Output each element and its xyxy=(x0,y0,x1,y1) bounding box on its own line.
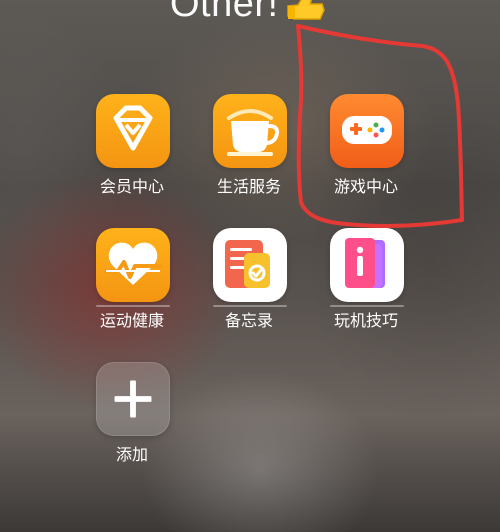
app-label: 添加 xyxy=(115,445,148,464)
app-label: 生活服务 xyxy=(216,177,281,196)
folder-screen: Other! 会员中心 生活服务 游戏中心 运动健康 备忘录 玩机技巧 添加 xyxy=(0,0,500,532)
diamond-icon xyxy=(96,94,170,168)
folder-title: Other! xyxy=(170,0,279,25)
app-health[interactable]: 运动健康 xyxy=(82,228,182,350)
app-label: 运动健康 xyxy=(99,311,164,330)
game-controller-icon xyxy=(330,94,404,168)
app-member-center[interactable]: 会员中心 xyxy=(82,94,182,216)
app-add[interactable]: 添加 xyxy=(82,362,182,484)
app-label: 游戏中心 xyxy=(333,177,398,196)
app-divider-line xyxy=(213,305,287,307)
app-label: 备忘录 xyxy=(224,311,273,330)
app-tips[interactable]: 玩机技巧 xyxy=(316,228,416,350)
thumb-icon xyxy=(286,0,326,20)
heart-pulse-icon xyxy=(96,228,170,302)
app-game-center[interactable]: 游戏中心 xyxy=(316,94,416,216)
tips-icon xyxy=(330,228,404,302)
plus-icon xyxy=(96,362,170,436)
app-divider-line xyxy=(96,305,170,307)
app-label: 玩机技巧 xyxy=(333,311,398,330)
app-label: 会员中心 xyxy=(99,177,164,196)
app-divider-line xyxy=(330,305,404,307)
app-memo[interactable]: 备忘录 xyxy=(199,228,299,350)
coffee-cup-icon xyxy=(213,94,287,168)
app-life-services[interactable]: 生活服务 xyxy=(199,94,299,216)
memo-icon xyxy=(213,228,287,302)
